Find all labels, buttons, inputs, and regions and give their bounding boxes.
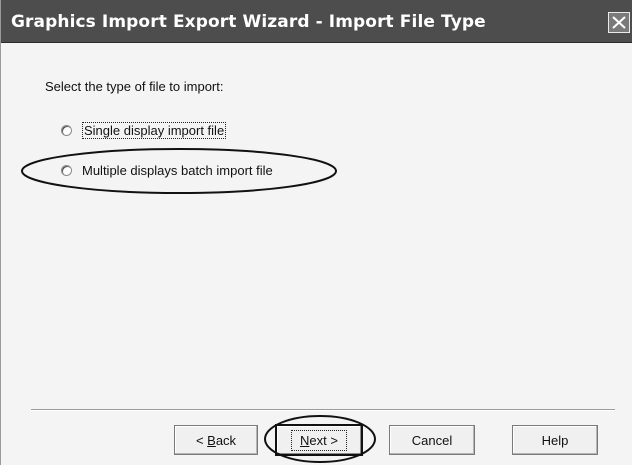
button-divider (31, 409, 615, 411)
back-button[interactable]: < Back (174, 425, 258, 455)
window-title: Graphics Import Export Wizard - Import F… (11, 12, 486, 32)
highlight-ellipse-multiple (21, 148, 337, 194)
back-button-label: < Back (195, 432, 237, 448)
option-single-display-label[interactable]: Single display import file (82, 121, 227, 139)
cancel-button[interactable]: Cancel (389, 425, 475, 455)
wizard-window: Graphics Import Export Wizard - Import F… (0, 0, 632, 465)
title-bar: Graphics Import Export Wizard - Import F… (1, 0, 632, 43)
close-icon (612, 16, 626, 29)
radio-single-display[interactable] (61, 124, 72, 136)
select-file-type-prompt: Select the type of file to import: (45, 79, 224, 94)
close-button[interactable] (608, 12, 630, 33)
highlight-ellipse-next (264, 415, 376, 463)
help-button[interactable]: Help (512, 425, 598, 455)
option-single-display[interactable]: Single display import file (61, 120, 227, 140)
